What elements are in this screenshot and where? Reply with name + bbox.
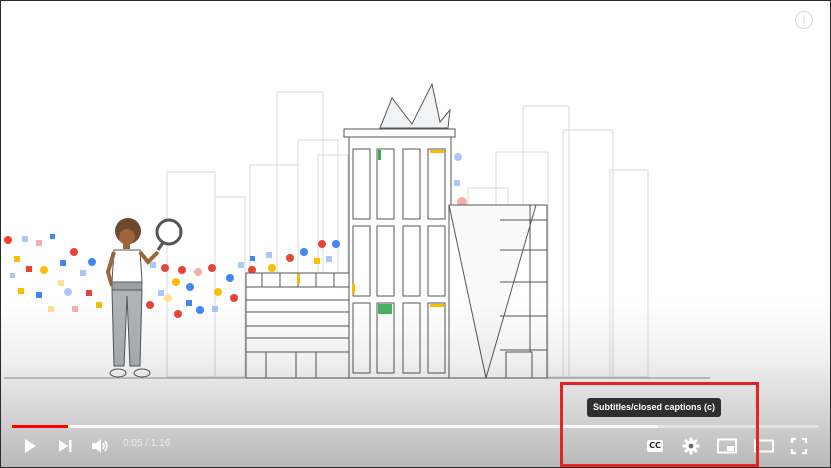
- progress-loaded: [12, 425, 658, 428]
- info-icon[interactable]: i: [795, 11, 813, 29]
- subtitles-tooltip: Subtitles/closed captions (c): [587, 398, 722, 417]
- video-player[interactable]: i 0:05 / 1:16 Subtitles/closed captions …: [0, 0, 831, 468]
- low-building: [245, 272, 351, 379]
- theater-mode-button[interactable]: [751, 433, 777, 459]
- progress-bar[interactable]: [12, 425, 819, 428]
- fullscreen-button[interactable]: [786, 433, 812, 459]
- glass-building: [448, 204, 548, 379]
- tall-building: [343, 82, 456, 379]
- volume-icon: [92, 439, 108, 453]
- time-display: 0:05 / 1:16: [123, 438, 171, 449]
- progress-played: [12, 425, 69, 428]
- volume-button[interactable]: [87, 433, 113, 459]
- next-button[interactable]: [52, 433, 78, 459]
- gear-icon: [682, 437, 700, 455]
- next-icon: [59, 440, 72, 452]
- play-icon: [25, 439, 36, 453]
- subtitles-button[interactable]: CC: [642, 433, 668, 459]
- theater-mode-icon: [754, 439, 774, 453]
- subtitles-icon: CC: [647, 440, 663, 452]
- settings-button[interactable]: [678, 433, 704, 459]
- miniplayer-button[interactable]: [714, 433, 740, 459]
- fullscreen-icon: [790, 437, 808, 455]
- miniplayer-icon: [717, 438, 737, 454]
- play-button[interactable]: [17, 433, 43, 459]
